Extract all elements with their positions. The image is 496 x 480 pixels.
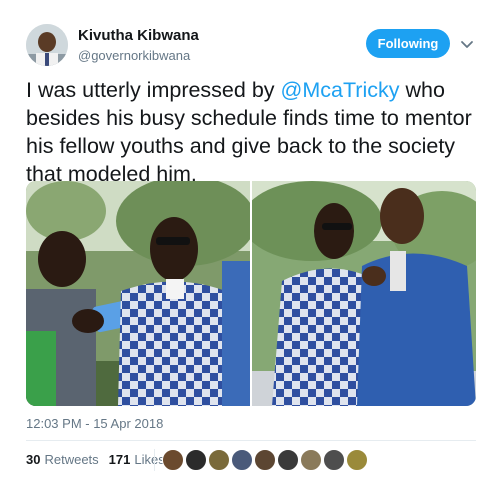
retweets-count: 30 <box>26 452 41 467</box>
tweet-card: Kivutha Kibwana @governorkibwana Followi… <box>0 0 496 480</box>
media-grid <box>26 181 476 406</box>
liker-avatar[interactable] <box>254 449 276 471</box>
likes-label: Likes <box>134 452 165 467</box>
photo-right[interactable] <box>252 181 476 406</box>
author-names: Kivutha Kibwana @governorkibwana <box>78 27 199 65</box>
likes-count: 171 <box>108 452 131 467</box>
liker-avatar[interactable] <box>231 449 253 471</box>
liker-avatars <box>162 449 369 471</box>
liker-avatar[interactable] <box>346 449 368 471</box>
engagement-stats: 30 Retweets 171 Likes <box>26 452 175 467</box>
likes-stat[interactable]: 171 Likes <box>109 452 165 467</box>
divider <box>26 440 476 441</box>
tweet-text: I was utterly impressed by @McaTricky wh… <box>26 76 482 188</box>
photo-left[interactable] <box>26 181 250 406</box>
liker-avatar[interactable] <box>277 449 299 471</box>
tweet-header: Kivutha Kibwana @governorkibwana Followi… <box>26 24 476 68</box>
following-button[interactable]: Following <box>366 29 450 58</box>
tweet-text-part: I was utterly impressed by <box>26 78 281 102</box>
user-handle[interactable]: @governorkibwana <box>78 47 199 65</box>
mention-link[interactable]: @McaTricky <box>281 78 400 102</box>
liker-avatar[interactable] <box>323 449 345 471</box>
tweet-timestamp[interactable]: 12:03 PM - 15 Apr 2018 <box>26 416 163 431</box>
liker-avatar[interactable] <box>300 449 322 471</box>
liker-avatar[interactable] <box>208 449 230 471</box>
retweets-label: Retweets <box>44 452 99 467</box>
chevron-down-icon[interactable] <box>458 35 476 53</box>
stats-separator <box>154 449 155 471</box>
avatar[interactable] <box>26 24 68 66</box>
liker-avatar[interactable] <box>162 449 184 471</box>
display-name[interactable]: Kivutha Kibwana <box>78 27 199 45</box>
retweets-stat[interactable]: 30 Retweets <box>26 452 99 467</box>
liker-avatar[interactable] <box>185 449 207 471</box>
